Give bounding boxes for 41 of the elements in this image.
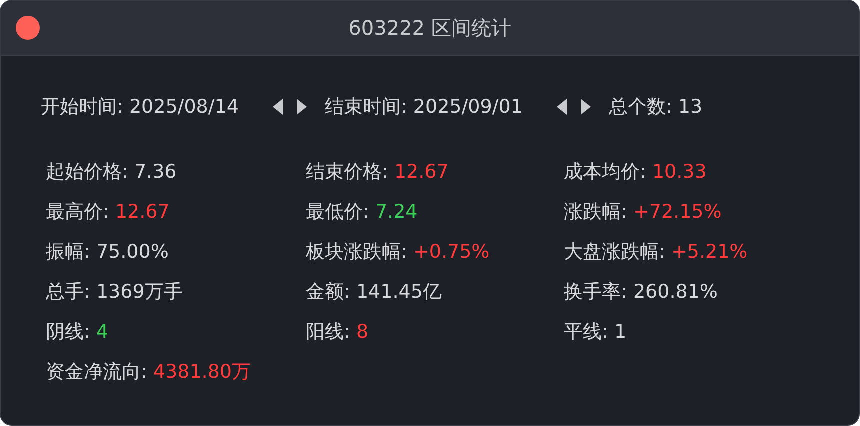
stat-value: 12.67 <box>115 201 170 223</box>
stat-value: 1369万手 <box>96 280 183 305</box>
stat-value: 7.24 <box>375 201 418 223</box>
stat-value: 4 <box>96 321 109 343</box>
stat-label: 资金净流向: <box>46 360 148 385</box>
previous-button[interactable] <box>270 98 285 116</box>
total-count-text: 总个数: 13 <box>608 95 703 120</box>
previous-button[interactable] <box>554 98 569 116</box>
close-button[interactable] <box>16 16 40 40</box>
stat-label: 金额: <box>306 280 350 305</box>
stat-label: 振幅: <box>46 240 90 265</box>
stat-label: 阳线: <box>306 320 350 345</box>
stat-label: 起始价格: <box>46 160 128 185</box>
stat-value: +72.15% <box>633 201 722 223</box>
stat-value: 10.33 <box>652 161 707 183</box>
next-button[interactable] <box>578 98 593 116</box>
start-time-text: 开始时间: 2025/08/14 <box>41 95 239 120</box>
stat-label: 最低价: <box>306 200 370 225</box>
stat-value: 260.81% <box>633 281 718 303</box>
stat-value: 1 <box>614 321 627 343</box>
stat-value: 7.36 <box>134 161 177 183</box>
stat-label: 涨跌幅: <box>564 200 628 225</box>
stat-value: +0.75% <box>413 241 490 263</box>
stat-value: 12.67 <box>394 161 449 183</box>
next-button[interactable] <box>294 98 309 116</box>
stat-label: 板块涨跌幅: <box>306 240 408 265</box>
stat-label: 大盘涨跌幅: <box>564 240 666 265</box>
stat-label: 换手率: <box>564 280 628 305</box>
stat-label: 成本均价: <box>564 160 646 185</box>
stat-label: 最高价: <box>46 200 110 225</box>
end-time-text: 结束时间: 2025/09/01 <box>324 95 523 120</box>
stat-value: 8 <box>356 321 369 343</box>
window-title: 603222 区间统计 <box>348 14 512 42</box>
stat-label: 总手: <box>46 280 90 305</box>
stat-label: 结束价格: <box>306 160 388 185</box>
stat-value: 75.00% <box>96 241 169 263</box>
stat-label: 平线: <box>564 320 608 345</box>
stat-value: +5.21% <box>671 241 748 263</box>
stat-value: 141.45亿 <box>356 280 442 305</box>
stat-value: 4381.80万 <box>153 360 252 385</box>
stat-label: 阴线: <box>46 320 90 345</box>
